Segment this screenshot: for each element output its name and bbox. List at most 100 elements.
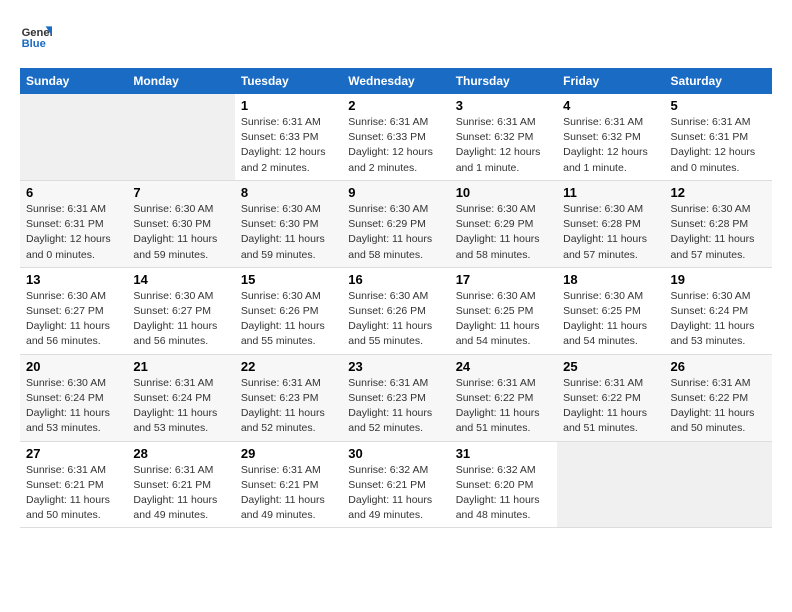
calendar-week-4: 20 Sunrise: 6:30 AMSunset: 6:24 PMDayligh… [20,354,772,441]
day-info: Sunrise: 6:30 AMSunset: 6:25 PMDaylight:… [456,289,551,350]
day-header-thursday: Thursday [450,68,557,94]
day-info: Sunrise: 6:30 AMSunset: 6:24 PMDaylight:… [26,376,121,437]
day-number: 23 [348,359,443,374]
day-number: 6 [26,185,121,200]
day-number: 4 [563,98,658,113]
day-header-sunday: Sunday [20,68,127,94]
day-info: Sunrise: 6:30 AMSunset: 6:26 PMDaylight:… [241,289,336,350]
day-info: Sunrise: 6:31 AMSunset: 6:33 PMDaylight:… [348,115,443,176]
day-number: 15 [241,272,336,287]
day-number: 1 [241,98,336,113]
day-info: Sunrise: 6:31 AMSunset: 6:22 PMDaylight:… [671,376,766,437]
day-info: Sunrise: 6:31 AMSunset: 6:32 PMDaylight:… [563,115,658,176]
calendar-cell [20,94,127,180]
calendar-week-2: 6 Sunrise: 6:31 AMSunset: 6:31 PMDaylight… [20,180,772,267]
day-info: Sunrise: 6:30 AMSunset: 6:30 PMDaylight:… [241,202,336,263]
day-number: 20 [26,359,121,374]
calendar-week-3: 13 Sunrise: 6:30 AMSunset: 6:27 PMDayligh… [20,267,772,354]
calendar-cell: 16 Sunrise: 6:30 AMSunset: 6:26 PMDayligh… [342,267,449,354]
day-info: Sunrise: 6:31 AMSunset: 6:22 PMDaylight:… [563,376,658,437]
day-number: 24 [456,359,551,374]
day-number: 30 [348,446,443,461]
calendar-cell [127,94,234,180]
day-info: Sunrise: 6:31 AMSunset: 6:33 PMDaylight:… [241,115,336,176]
logo: General Blue [20,20,52,52]
day-number: 22 [241,359,336,374]
calendar-cell: 23 Sunrise: 6:31 AMSunset: 6:23 PMDayligh… [342,354,449,441]
day-number: 2 [348,98,443,113]
day-header-friday: Friday [557,68,664,94]
calendar-cell [557,441,664,528]
calendar-cell: 6 Sunrise: 6:31 AMSunset: 6:31 PMDaylight… [20,180,127,267]
calendar-cell: 10 Sunrise: 6:30 AMSunset: 6:29 PMDayligh… [450,180,557,267]
day-info: Sunrise: 6:31 AMSunset: 6:23 PMDaylight:… [348,376,443,437]
day-info: Sunrise: 6:31 AMSunset: 6:32 PMDaylight:… [456,115,551,176]
calendar-cell: 13 Sunrise: 6:30 AMSunset: 6:27 PMDayligh… [20,267,127,354]
day-number: 18 [563,272,658,287]
page-header: General Blue [20,20,772,52]
day-number: 12 [671,185,766,200]
calendar-cell: 12 Sunrise: 6:30 AMSunset: 6:28 PMDayligh… [665,180,772,267]
calendar-cell: 28 Sunrise: 6:31 AMSunset: 6:21 PMDayligh… [127,441,234,528]
day-number: 25 [563,359,658,374]
day-info: Sunrise: 6:31 AMSunset: 6:31 PMDaylight:… [671,115,766,176]
day-info: Sunrise: 6:30 AMSunset: 6:28 PMDaylight:… [671,202,766,263]
day-number: 8 [241,185,336,200]
day-info: Sunrise: 6:32 AMSunset: 6:20 PMDaylight:… [456,463,551,524]
calendar-cell: 30 Sunrise: 6:32 AMSunset: 6:21 PMDayligh… [342,441,449,528]
day-number: 31 [456,446,551,461]
calendar-cell: 7Sunrise: 6:30 AMSunset: 6:30 PMDaylight… [127,180,234,267]
day-number: 28 [133,446,228,461]
calendar-cell: 15 Sunrise: 6:30 AMSunset: 6:26 PMDayligh… [235,267,342,354]
day-info: Sunrise: 6:30 AMSunset: 6:29 PMDaylight:… [456,202,551,263]
calendar-cell: 29 Sunrise: 6:31 AMSunset: 6:21 PMDayligh… [235,441,342,528]
calendar-cell: 17 Sunrise: 6:30 AMSunset: 6:25 PMDayligh… [450,267,557,354]
calendar-week-5: 27Sunrise: 6:31 AMSunset: 6:21 PMDayligh… [20,441,772,528]
day-header-monday: Monday [127,68,234,94]
day-number: 9 [348,185,443,200]
calendar-cell: 1 Sunrise: 6:31 AMSunset: 6:33 PMDaylight… [235,94,342,180]
day-info: Sunrise: 6:30 AMSunset: 6:28 PMDaylight:… [563,202,658,263]
day-header-tuesday: Tuesday [235,68,342,94]
day-number: 29 [241,446,336,461]
day-info: Sunrise: 6:30 AMSunset: 6:26 PMDaylight:… [348,289,443,350]
day-info: Sunrise: 6:31 AMSunset: 6:21 PMDaylight:… [241,463,336,524]
day-number: 7 [133,185,228,200]
day-number: 11 [563,185,658,200]
day-number: 16 [348,272,443,287]
day-info: Sunrise: 6:31 AMSunset: 6:21 PMDaylight:… [26,463,121,524]
calendar-cell: 21Sunrise: 6:31 AMSunset: 6:24 PMDayligh… [127,354,234,441]
day-number: 13 [26,272,121,287]
day-number: 5 [671,98,766,113]
calendar-cell: 22 Sunrise: 6:31 AMSunset: 6:23 PMDayligh… [235,354,342,441]
calendar-cell: 26Sunrise: 6:31 AMSunset: 6:22 PMDayligh… [665,354,772,441]
calendar-table: SundayMondayTuesdayWednesdayThursdayFrid… [20,68,772,528]
day-number: 17 [456,272,551,287]
day-info: Sunrise: 6:32 AMSunset: 6:21 PMDaylight:… [348,463,443,524]
calendar-cell: 3Sunrise: 6:31 AMSunset: 6:32 PMDaylight… [450,94,557,180]
calendar-cell: 18 Sunrise: 6:30 AMSunset: 6:25 PMDayligh… [557,267,664,354]
calendar-cell: 27Sunrise: 6:31 AMSunset: 6:21 PMDayligh… [20,441,127,528]
svg-text:Blue: Blue [22,38,46,50]
logo-icon: General Blue [20,20,52,52]
day-info: Sunrise: 6:30 AMSunset: 6:24 PMDaylight:… [671,289,766,350]
calendar-cell: 14 Sunrise: 6:30 AMSunset: 6:27 PMDayligh… [127,267,234,354]
calendar-cell: 2 Sunrise: 6:31 AMSunset: 6:33 PMDaylight… [342,94,449,180]
day-info: Sunrise: 6:31 AMSunset: 6:24 PMDaylight:… [133,376,228,437]
day-info: Sunrise: 6:30 AMSunset: 6:27 PMDaylight:… [133,289,228,350]
day-info: Sunrise: 6:31 AMSunset: 6:23 PMDaylight:… [241,376,336,437]
calendar-header-row: SundayMondayTuesdayWednesdayThursdayFrid… [20,68,772,94]
day-info: Sunrise: 6:31 AMSunset: 6:22 PMDaylight:… [456,376,551,437]
calendar-cell: 5 Sunrise: 6:31 AMSunset: 6:31 PMDaylight… [665,94,772,180]
day-info: Sunrise: 6:31 AMSunset: 6:21 PMDaylight:… [133,463,228,524]
day-number: 10 [456,185,551,200]
day-info: Sunrise: 6:31 AMSunset: 6:31 PMDaylight:… [26,202,121,263]
calendar-cell: 20 Sunrise: 6:30 AMSunset: 6:24 PMDayligh… [20,354,127,441]
calendar-cell [665,441,772,528]
day-info: Sunrise: 6:30 AMSunset: 6:29 PMDaylight:… [348,202,443,263]
day-info: Sunrise: 6:30 AMSunset: 6:27 PMDaylight:… [26,289,121,350]
day-number: 14 [133,272,228,287]
day-number: 19 [671,272,766,287]
calendar-cell: 19 Sunrise: 6:30 AMSunset: 6:24 PMDayligh… [665,267,772,354]
day-info: Sunrise: 6:30 AMSunset: 6:25 PMDaylight:… [563,289,658,350]
